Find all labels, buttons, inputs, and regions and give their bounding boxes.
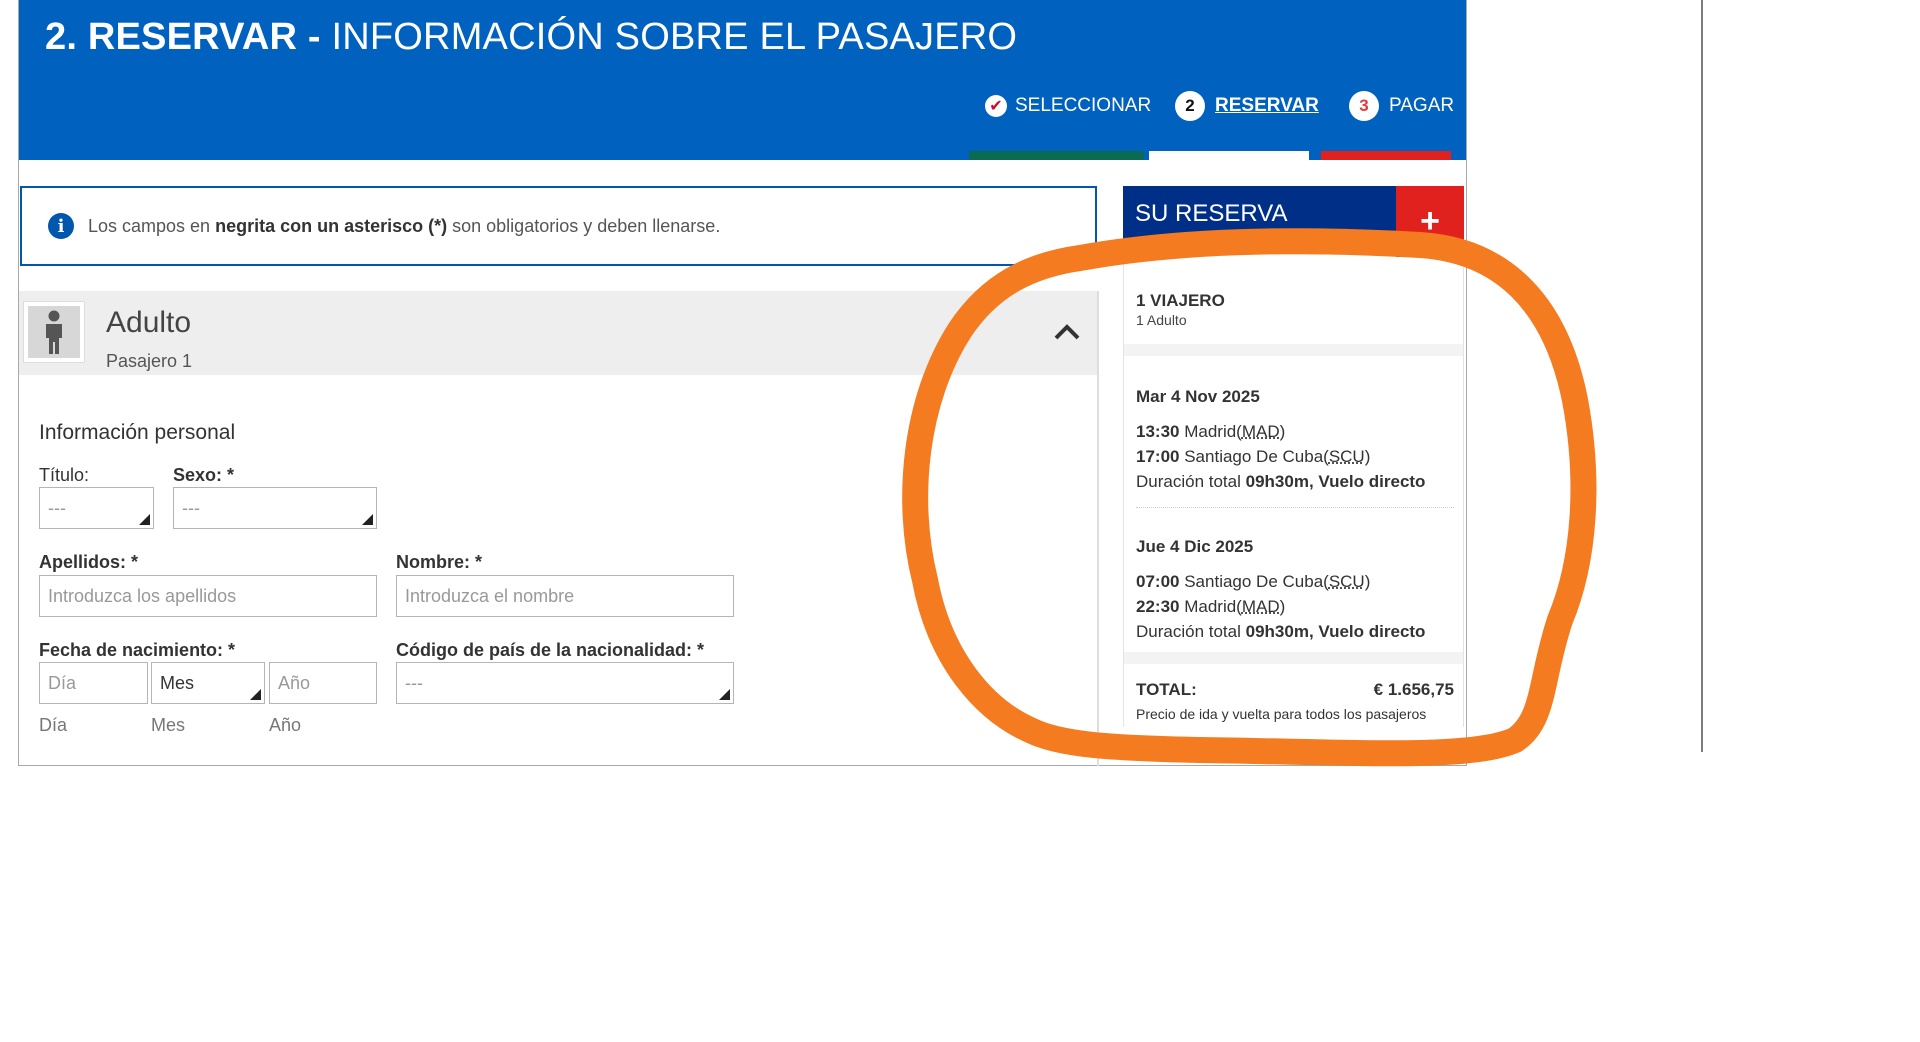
summary-separator <box>1124 344 1463 356</box>
required-fields-notice: i Los campos en negrita con un asterisco… <box>20 186 1097 266</box>
country-select[interactable]: --- <box>396 662 734 704</box>
dob-month-select[interactable]: Mes <box>151 662 265 704</box>
step-book-number: 2 <box>1175 91 1205 121</box>
inbound-dep-code: SCU <box>1328 572 1365 591</box>
outbound-arr-time: 17:00 <box>1136 447 1180 466</box>
title-label: Título: <box>39 465 90 485</box>
summary-separator <box>1124 652 1463 664</box>
country-select-value: --- <box>405 672 423 693</box>
dob-day-hint: Día <box>39 715 68 735</box>
notice-text-bold: negrita con un asterisco (*) <box>215 215 448 236</box>
passenger-subtitle: Pasajero 1 <box>106 351 193 371</box>
dob-year-input[interactable]: Año <box>269 662 377 704</box>
sex-select[interactable]: --- <box>173 487 377 529</box>
step-book-label: RESERVAR <box>1215 95 1319 116</box>
dob-month-value: Mes <box>160 672 195 693</box>
inbound-duration-label: Duración total <box>1136 622 1246 641</box>
inbound-duration: Duración total 09h30m, Vuelo directo <box>1136 622 1425 642</box>
personal-info-title: Información personal <box>39 421 236 444</box>
surname-label: Apellidos: * <box>39 552 139 572</box>
step-select[interactable]: ✔ SELECCIONAR <box>985 88 1151 124</box>
info-icon: i <box>48 213 74 239</box>
total-label: TOTAL: <box>1136 680 1197 699</box>
outbound-duration: Duración total 09h30m, Vuelo directo <box>1136 472 1425 492</box>
name-label: Nombre: * <box>396 552 483 572</box>
inbound-arr-city: Madrid( <box>1184 597 1242 616</box>
title-step-name: RESERVAR - <box>87 16 321 58</box>
travelers-count: 1 VIAJERO <box>1136 291 1225 310</box>
step-select-label: SELECCIONAR <box>1015 95 1152 116</box>
window-divider <box>1701 0 1703 752</box>
inbound-dep-time: 07:00 <box>1136 572 1180 591</box>
notice-text-before: Los campos en <box>88 215 216 236</box>
travelers-detail: 1 Adulto <box>1136 312 1187 328</box>
booking-header: 2. RESERVAR - INFORMACIÓN SOBRE EL PASAJ… <box>19 0 1466 160</box>
outbound-dep-city: Madrid( <box>1184 422 1242 441</box>
avatar <box>23 301 85 363</box>
passenger-type: Adulto <box>106 306 192 339</box>
sex-select-value: --- <box>182 497 200 518</box>
surname-placeholder: Introduzca los apellidos <box>48 585 237 606</box>
inbound-date: Jue 4 Dic 2025 <box>1136 537 1254 556</box>
country-label: Código de país de la nacionalidad: * <box>396 640 705 660</box>
inbound-duration-value: 09h30m, Vuelo directo <box>1245 622 1426 641</box>
outbound-duration-label: Duración total <box>1136 472 1246 491</box>
title-select-value: --- <box>48 497 66 518</box>
inbound-arr-time: 22:30 <box>1136 597 1180 616</box>
inbound-arr-code: MAD <box>1241 597 1280 616</box>
outbound-arrival: 17:00 Santiago De Cuba(SCU) <box>1136 447 1371 466</box>
name-placeholder: Introduzca el nombre <box>405 585 575 606</box>
inbound-dep-city: Santiago De Cuba( <box>1184 572 1329 591</box>
step-book-bar <box>1149 151 1309 160</box>
notice-text-after: son obligatorios y deben llenarse. <box>447 215 721 236</box>
dob-year-placeholder: Año <box>278 672 311 693</box>
dob-day-placeholder: Día <box>48 672 77 693</box>
summary-title: SU RESERVA <box>1123 186 1396 242</box>
step-select-bar <box>969 151 1144 160</box>
title-select[interactable]: --- <box>39 487 154 529</box>
total-note: Precio de ida y vuelta para todos los pa… <box>1136 706 1427 722</box>
dob-label: Fecha de nacimiento: * <box>39 640 236 660</box>
outbound-departure: 13:30 Madrid(MAD) <box>1136 422 1286 441</box>
sex-label-text: Sexo: * <box>173 465 235 485</box>
inbound-arrival: 22:30 Madrid(MAD) <box>1136 597 1286 616</box>
chevron-up-icon[interactable] <box>1053 321 1081 341</box>
sex-label: Sexo: * <box>173 465 234 486</box>
dob-day-input[interactable]: Día <box>39 662 148 704</box>
step-book[interactable]: 2 RESERVAR <box>1175 88 1319 124</box>
outbound-dep-code: MAD <box>1241 422 1280 441</box>
dob-month-hint: Mes <box>151 715 186 735</box>
checkmark-icon: ✔ <box>985 95 1007 117</box>
title-description: INFORMACIÓN SOBRE EL PASAJERO <box>331 16 1018 58</box>
leg-divider <box>1136 507 1454 508</box>
person-icon <box>46 310 62 354</box>
booking-summary: 1 VIAJERO 1 Adulto Mar 4 Nov 2025 13:30 … <box>1123 257 1464 727</box>
total-row: TOTAL: € 1.656,75 <box>1136 680 1454 700</box>
step-pay-number: 3 <box>1349 91 1379 121</box>
surname-input[interactable]: Introduzca los apellidos <box>39 575 377 617</box>
outbound-duration-value: 09h30m, Vuelo directo <box>1245 472 1426 491</box>
name-input[interactable]: Introduzca el nombre <box>396 575 734 617</box>
dob-year-hint: Año <box>269 715 302 735</box>
passenger-panel-header[interactable]: Adulto Pasajero 1 <box>19 291 1097 375</box>
step-pay[interactable]: 3 PAGAR <box>1349 88 1454 124</box>
outbound-dep-time: 13:30 <box>1136 422 1180 441</box>
title-step-number: 2. <box>45 16 78 58</box>
inbound-departure: 07:00 Santiago De Cuba(SCU) <box>1136 572 1371 591</box>
outbound-arr-city: Santiago De Cuba( <box>1184 447 1329 466</box>
outbound-arr-code: SCU <box>1328 447 1365 466</box>
step-pay-bar <box>1321 151 1451 160</box>
column-divider <box>1097 291 1099 766</box>
summary-expand-button[interactable]: + <box>1396 186 1464 257</box>
outbound-date: Mar 4 Nov 2025 <box>1136 387 1260 406</box>
total-price: € 1.656,75 <box>1373 680 1454 699</box>
page-title: 2. RESERVAR - INFORMACIÓN SOBRE EL PASAJ… <box>45 16 1017 59</box>
notice-text: Los campos en negrita con un asterisco (… <box>88 216 720 237</box>
step-pay-label: PAGAR <box>1389 95 1455 116</box>
